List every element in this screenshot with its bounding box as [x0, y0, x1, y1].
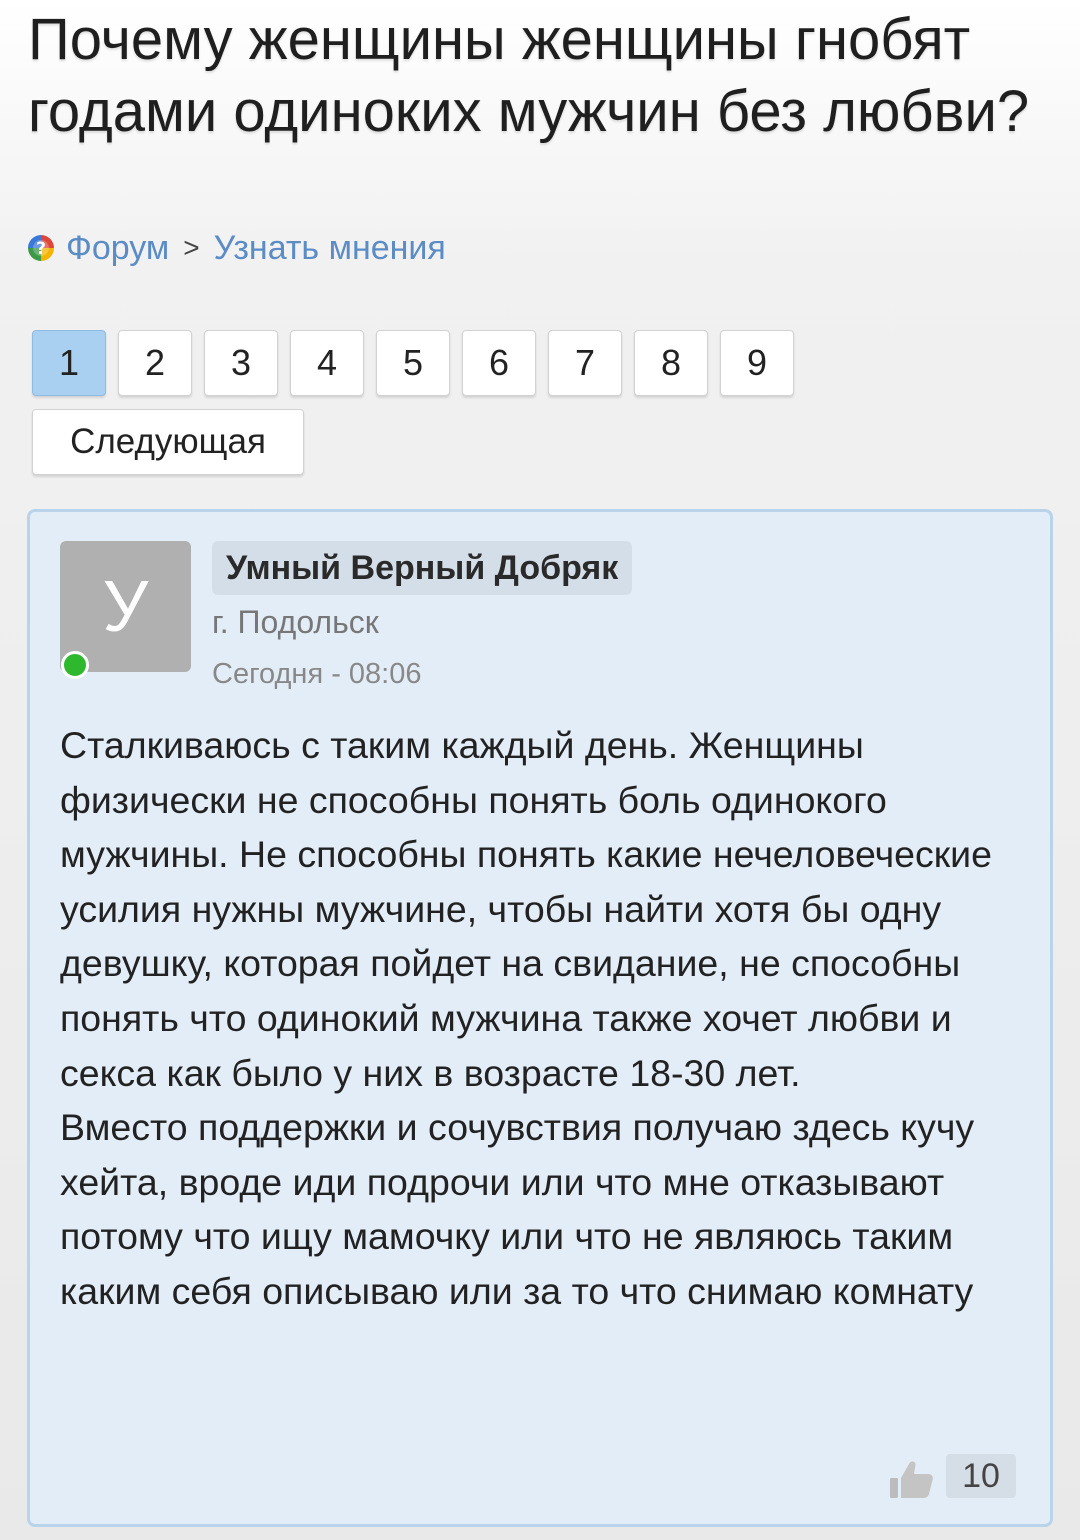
- page-button-6[interactable]: 6: [462, 330, 536, 396]
- page-button-4[interactable]: 4: [290, 330, 364, 396]
- page-title: Почему женщины женщины гнобят годами оди…: [28, 7, 1030, 144]
- author-city: г. Подольск: [212, 604, 379, 640]
- post-date: Сегодня - 08:06: [212, 658, 422, 690]
- like-count: 10: [946, 1454, 1016, 1498]
- pagination: 1 2 3 4 5 6 7 8 9: [32, 330, 794, 396]
- breadcrumb-forum-link[interactable]: Форум: [66, 229, 169, 268]
- page-button-7[interactable]: 7: [548, 330, 622, 396]
- post-card: У Умный Верный Добряк г. Подольск Сегодн…: [27, 509, 1053, 1527]
- post-text: Сталкиваюсь с таким каждый день. Женщины…: [60, 724, 992, 1312]
- page-button-2[interactable]: 2: [118, 330, 192, 396]
- help-question-icon: ?: [28, 235, 54, 261]
- page-button-8[interactable]: 8: [634, 330, 708, 396]
- svg-text:?: ?: [36, 239, 46, 259]
- author-name[interactable]: Умный Верный Добряк: [212, 541, 633, 595]
- online-status-indicator: [61, 651, 89, 679]
- next-page-button[interactable]: Следующая: [32, 409, 304, 475]
- breadcrumb: ? Форум > Узнать мнения: [28, 224, 446, 272]
- page-button-1[interactable]: 1: [32, 330, 106, 396]
- page-button-9[interactable]: 9: [720, 330, 794, 396]
- thumbs-up-icon[interactable]: [888, 1456, 936, 1500]
- page-button-3[interactable]: 3: [204, 330, 278, 396]
- breadcrumb-opinions-link[interactable]: Узнать мнения: [214, 229, 446, 268]
- breadcrumb-separator: >: [183, 232, 200, 263]
- page-button-5[interactable]: 5: [376, 330, 450, 396]
